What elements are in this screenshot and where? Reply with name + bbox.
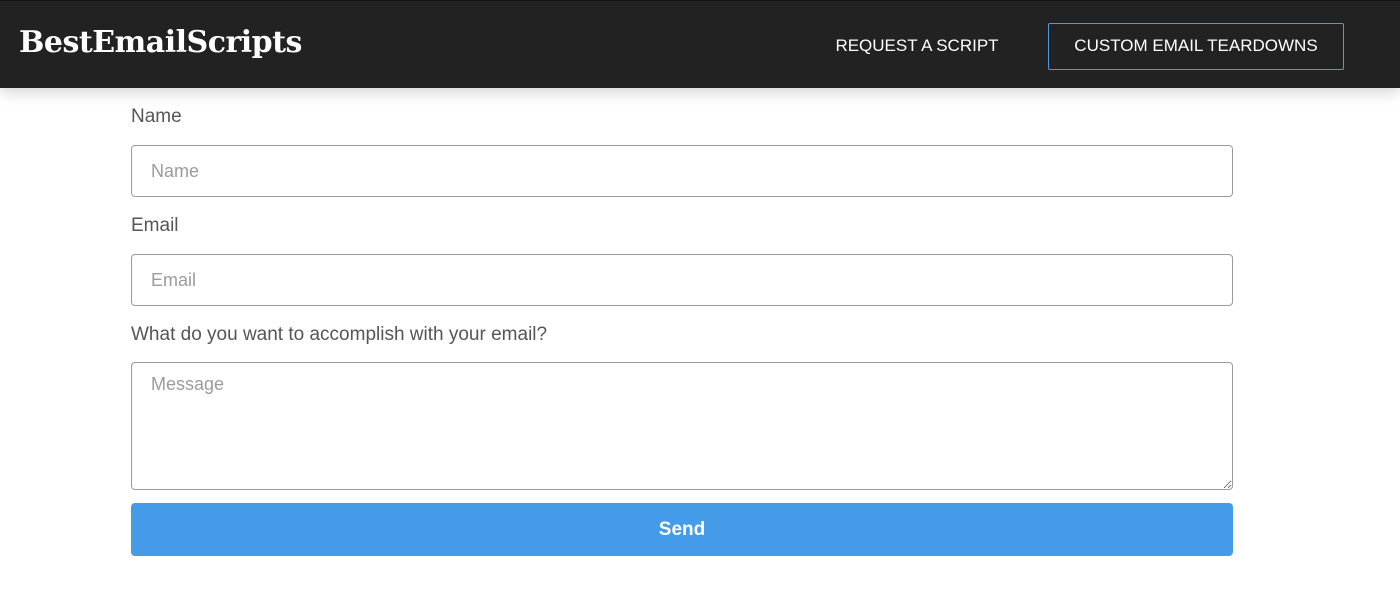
email-input[interactable] bbox=[131, 254, 1233, 306]
send-button[interactable]: Send bbox=[131, 503, 1233, 556]
name-input[interactable] bbox=[131, 145, 1233, 197]
email-label: Email bbox=[131, 215, 179, 236]
brand-logo-link[interactable]: BestEmailScripts bbox=[19, 23, 302, 63]
message-textarea[interactable] bbox=[131, 362, 1233, 490]
message-label: What do you want to accomplish with your… bbox=[131, 324, 548, 345]
nav-custom-email-teardowns-button[interactable]: CUSTOM EMAIL TEARDOWNS bbox=[1048, 23, 1344, 70]
name-label: Name bbox=[131, 106, 182, 127]
nav-request-a-script[interactable]: REQUEST A SCRIPT bbox=[820, 23, 1014, 69]
top-navbar: BestEmailScripts REQUEST A SCRIPT CUSTOM… bbox=[0, 0, 1400, 88]
